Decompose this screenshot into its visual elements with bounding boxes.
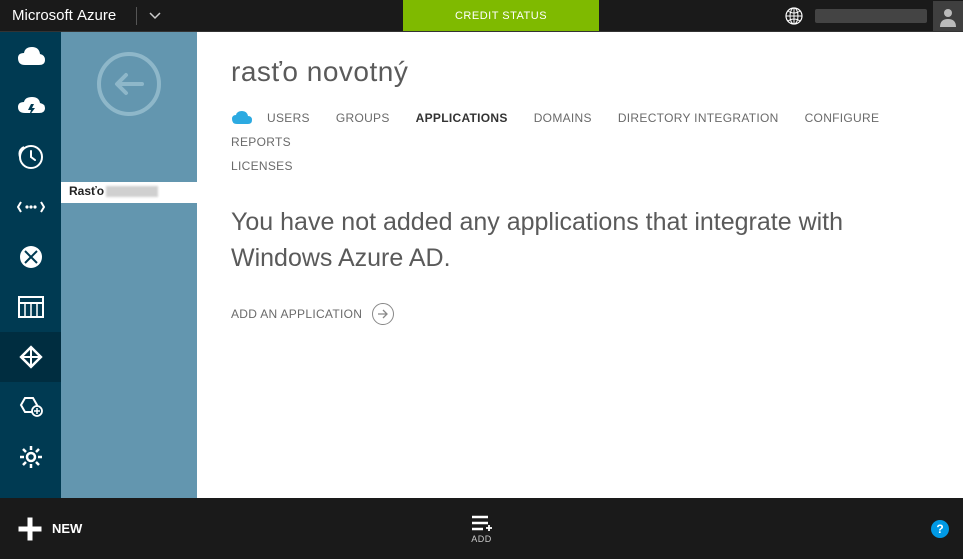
table-icon <box>18 296 44 318</box>
redacted-text <box>106 186 158 197</box>
rail-item-sql[interactable] <box>0 232 61 282</box>
rail-item-active-directory[interactable] <box>0 332 61 382</box>
cloud-bolt-icon <box>16 95 46 119</box>
rail-item-vm[interactable] <box>0 82 61 132</box>
diamond-icon <box>18 344 44 370</box>
new-button-label: NEW <box>52 521 82 536</box>
arrow-right-circle-icon <box>372 303 394 325</box>
subnav-panel: Rasťo <box>61 32 197 498</box>
rail-item-cloud-services[interactable] <box>0 182 61 232</box>
brand-separator <box>136 7 137 25</box>
brand-ms: Microsoft <box>12 7 73 24</box>
tab-bar: USERS GROUPS APPLICATIONS DOMAINS DIRECT… <box>231 106 929 178</box>
directory-item[interactable]: Rasťo <box>61 182 197 203</box>
quickstart-icon[interactable] <box>231 110 253 126</box>
workspace: Rasťo rasťo novotný USERS GROUPS APPLICA… <box>0 32 963 498</box>
top-right <box>779 0 963 31</box>
credit-status-label: CREDIT STATUS <box>455 10 547 22</box>
tab-users[interactable]: USERS <box>267 106 310 130</box>
rail-item-mobile[interactable] <box>0 132 61 182</box>
subscription-dropdown[interactable] <box>143 8 167 24</box>
clock-swirl-icon <box>18 144 44 170</box>
list-add-icon <box>471 514 493 532</box>
gear-icon <box>18 444 44 470</box>
plus-icon <box>18 517 42 541</box>
add-button[interactable]: ADD <box>471 514 493 544</box>
directory-item-label: Rasťo <box>69 184 104 198</box>
rail-item-storage[interactable] <box>0 282 61 332</box>
hex-plus-icon <box>18 396 44 418</box>
credit-status-button[interactable]: CREDIT STATUS <box>403 0 599 31</box>
globe-icon <box>785 7 803 25</box>
brand-azure: Azure <box>77 7 116 24</box>
tab-applications[interactable]: APPLICATIONS <box>416 106 508 130</box>
chevron-down-icon <box>149 12 161 20</box>
nav-rail <box>0 32 61 498</box>
question-icon: ? <box>936 522 943 536</box>
bottom-bar: NEW ADD ? <box>0 498 963 559</box>
tab-groups[interactable]: GROUPS <box>336 106 390 130</box>
back-button[interactable] <box>97 52 161 116</box>
account-email[interactable] <box>815 9 927 23</box>
tab-licenses[interactable]: LICENSES <box>231 154 293 178</box>
add-application-link[interactable]: ADD AN APPLICATION <box>231 303 394 325</box>
tab-directory-integration[interactable]: DIRECTORY INTEGRATION <box>618 106 779 130</box>
tab-domains[interactable]: DOMAINS <box>534 106 592 130</box>
cloud-icon <box>16 45 46 69</box>
page-title: rasťo novotný <box>231 56 929 88</box>
globe-arrows-icon <box>18 244 44 270</box>
main-content: rasťo novotný USERS GROUPS APPLICATIONS … <box>197 32 963 498</box>
add-application-label: ADD AN APPLICATION <box>231 307 362 321</box>
arrow-left-icon <box>112 72 146 96</box>
add-button-label: ADD <box>471 534 492 544</box>
person-icon <box>937 5 959 27</box>
ellipsis-angle-icon <box>17 200 45 214</box>
rail-item-web[interactable] <box>0 32 61 82</box>
help-button[interactable]: ? <box>931 520 949 538</box>
empty-state-message: You have not added any applications that… <box>231 204 891 277</box>
language-button[interactable] <box>779 1 809 31</box>
rail-item-settings[interactable] <box>0 432 61 482</box>
new-button[interactable]: NEW <box>0 498 100 559</box>
brand[interactable]: Microsoft Azure <box>0 0 128 31</box>
tab-configure[interactable]: CONFIGURE <box>805 106 880 130</box>
account-avatar[interactable] <box>933 1 963 31</box>
rail-item-addons[interactable] <box>0 382 61 432</box>
top-bar: Microsoft Azure CREDIT STATUS <box>0 0 963 32</box>
tab-reports[interactable]: REPORTS <box>231 130 291 154</box>
